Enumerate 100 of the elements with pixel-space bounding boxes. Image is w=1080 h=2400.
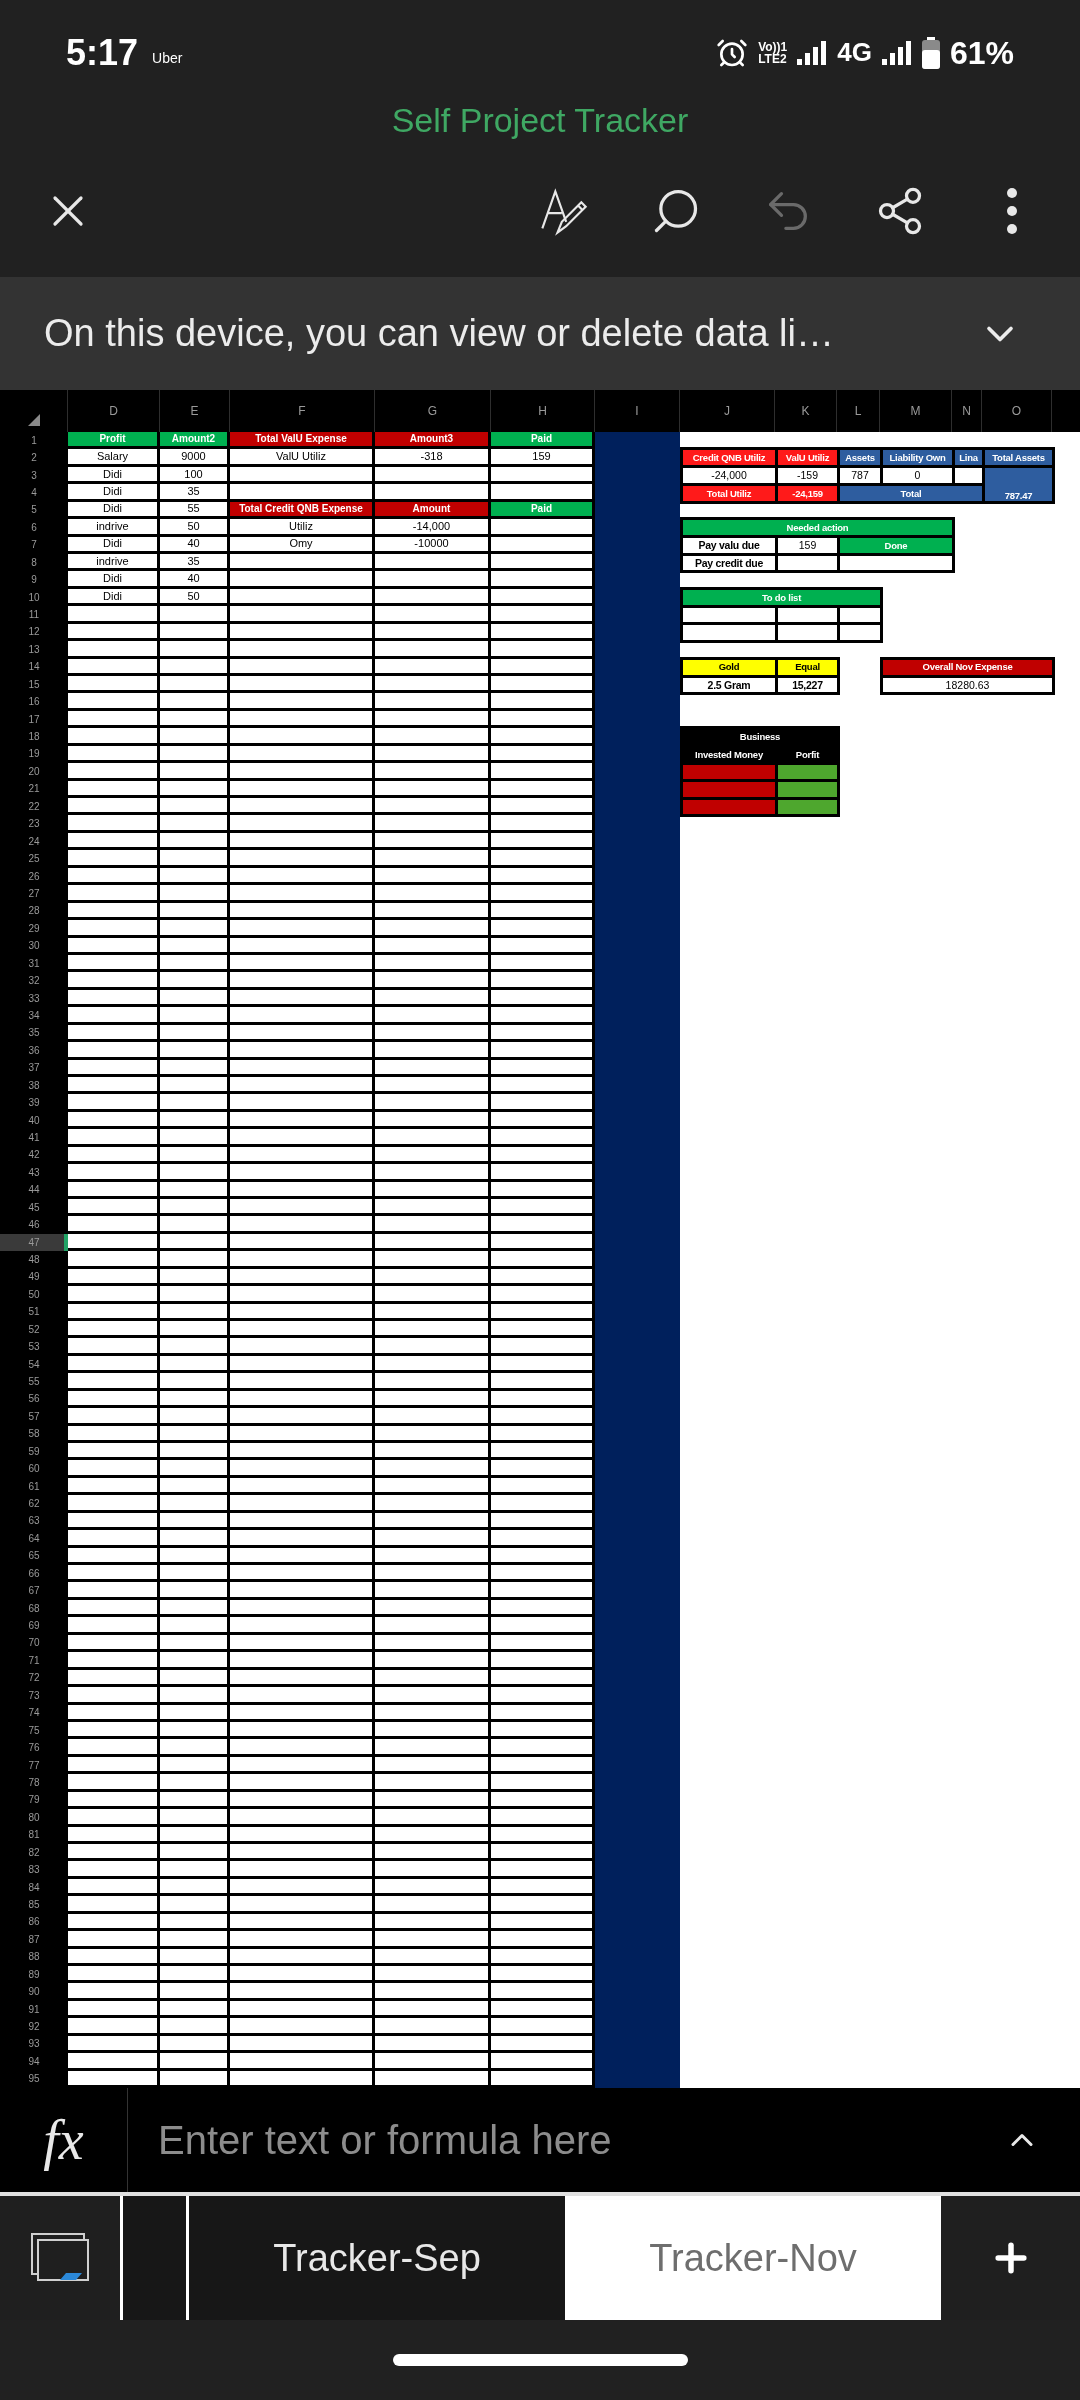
header-cell[interactable]: Equal bbox=[778, 659, 837, 675]
row-header[interactable]: 20 bbox=[0, 763, 68, 781]
sheet-cell[interactable]: 40 bbox=[187, 538, 200, 550]
sheet-cell[interactable]: -24,000 bbox=[683, 468, 775, 483]
sheet-cell[interactable]: 55 bbox=[187, 503, 200, 515]
sheet-cell[interactable]: 159 bbox=[778, 537, 837, 553]
empty-cell[interactable] bbox=[840, 607, 880, 623]
row-header[interactable]: 27 bbox=[0, 885, 68, 903]
header-cell[interactable]: Liability Own bbox=[883, 450, 952, 466]
column-header[interactable]: K bbox=[801, 402, 810, 420]
header-cell[interactable]: ValU Utiliz bbox=[778, 450, 837, 466]
empty-cell[interactable] bbox=[683, 625, 775, 641]
row-header[interactable]: 64 bbox=[0, 1530, 68, 1548]
column-header[interactable]: I bbox=[635, 402, 639, 420]
sheet-cell[interactable]: Didi bbox=[103, 573, 122, 585]
sheet-cell[interactable]: Didi bbox=[103, 468, 122, 480]
row-header[interactable]: 25 bbox=[0, 850, 68, 868]
row-header[interactable]: 90 bbox=[0, 1983, 68, 2001]
row-header[interactable]: 16 bbox=[0, 693, 68, 711]
header-cell[interactable]: Credit QNB Utiliz bbox=[683, 450, 775, 466]
sheet-cell[interactable]: 159 bbox=[532, 451, 551, 463]
fill-cell[interactable] bbox=[683, 764, 775, 780]
column-header[interactable]: M bbox=[910, 402, 921, 420]
empty-cell[interactable] bbox=[778, 607, 837, 623]
row-header[interactable]: 18 bbox=[0, 728, 68, 746]
empty-cell[interactable] bbox=[840, 625, 880, 641]
row-header[interactable]: 11 bbox=[0, 606, 68, 624]
row-header[interactable]: 55 bbox=[0, 1373, 68, 1391]
row-header[interactable]: 60 bbox=[0, 1460, 68, 1478]
sheet-cell[interactable]: Didi bbox=[103, 538, 122, 550]
row-header[interactable]: 36 bbox=[0, 1042, 68, 1060]
header-cell[interactable]: Lina bbox=[955, 450, 982, 466]
sheet-cell[interactable]: ValU Utiliz bbox=[276, 451, 326, 463]
column-header[interactable]: H bbox=[538, 402, 547, 420]
row-header[interactable]: 85 bbox=[0, 1896, 68, 1914]
row-header[interactable]: 78 bbox=[0, 1774, 68, 1792]
sheet-cell[interactable]: indrive bbox=[96, 520, 129, 532]
sheet-cell[interactable]: Pay credit due bbox=[683, 555, 775, 571]
row-header[interactable]: 46 bbox=[0, 1216, 68, 1234]
column-header[interactable]: F bbox=[298, 402, 306, 420]
header-cell[interactable]: Total Assets bbox=[985, 450, 1052, 466]
formula-input[interactable]: Enter text or formula here bbox=[158, 2110, 958, 2170]
sheet-cell[interactable]: -14,000 bbox=[412, 520, 451, 532]
row-header[interactable]: 39 bbox=[0, 1094, 68, 1112]
row-header[interactable]: 2 bbox=[0, 449, 68, 467]
row-header[interactable]: 53 bbox=[0, 1338, 68, 1356]
header-cell[interactable]: Total Credit QNB Expense bbox=[230, 501, 372, 517]
sheet-cell[interactable]: 50 bbox=[187, 520, 200, 532]
row-header[interactable]: 6 bbox=[0, 519, 68, 537]
sheet-cell[interactable]: Omy bbox=[289, 538, 313, 550]
row-header[interactable]: 41 bbox=[0, 1129, 68, 1147]
header-cell[interactable]: Assets bbox=[840, 450, 880, 466]
sheet-cell[interactable]: -159 bbox=[778, 468, 837, 483]
empty-cell[interactable] bbox=[955, 468, 982, 483]
fill-cell[interactable] bbox=[683, 782, 775, 797]
sheet-cell[interactable]: -318 bbox=[420, 451, 443, 463]
header-cell[interactable]: Amount bbox=[375, 501, 488, 517]
sheet-cell[interactable]: Didi bbox=[103, 590, 122, 602]
row-header[interactable]: 94 bbox=[0, 2053, 68, 2071]
sheet-cell[interactable]: 2.5 Gram bbox=[683, 677, 775, 693]
row-header[interactable]: 32 bbox=[0, 972, 68, 990]
sheet-cell[interactable]: 9000 bbox=[181, 451, 206, 463]
empty-cell[interactable] bbox=[683, 607, 775, 623]
row-header[interactable]: 73 bbox=[0, 1687, 68, 1705]
row-header[interactable]: 76 bbox=[0, 1739, 68, 1757]
row-header[interactable]: 48 bbox=[0, 1251, 68, 1269]
function-label[interactable]: fx bbox=[43, 2098, 84, 2182]
column-header[interactable]: G bbox=[427, 402, 438, 420]
row-header[interactable]: 13 bbox=[0, 641, 68, 659]
header-cell[interactable]: -24,159 bbox=[778, 485, 837, 501]
header-cell[interactable]: Total Utiliz bbox=[683, 485, 775, 501]
column-header[interactable]: E bbox=[190, 402, 199, 420]
fill-cell[interactable] bbox=[778, 799, 837, 815]
sheet-cell[interactable]: 35 bbox=[187, 555, 200, 567]
fill-cell[interactable] bbox=[778, 764, 837, 780]
row-header[interactable]: 34 bbox=[0, 1007, 68, 1025]
header-cell[interactable]: Total ValU Expense bbox=[230, 432, 372, 447]
row-header[interactable]: 23 bbox=[0, 815, 68, 833]
row-header[interactable]: 67 bbox=[0, 1582, 68, 1600]
row-header[interactable]: 50 bbox=[0, 1286, 68, 1304]
sheet-cell[interactable]: 787 bbox=[840, 468, 880, 483]
sheet-cell[interactable]: 40 bbox=[187, 573, 200, 585]
sheets-button[interactable] bbox=[0, 2196, 123, 2320]
row-header[interactable]: 9 bbox=[0, 571, 68, 589]
sheet-cell[interactable]: Salary bbox=[96, 451, 129, 463]
column-header[interactable]: O bbox=[1011, 402, 1022, 420]
sheet-cell[interactable]: Didi bbox=[103, 486, 122, 497]
column-header[interactable]: J bbox=[724, 402, 730, 420]
sheet-cell[interactable]: 35 bbox=[187, 486, 200, 497]
empty-cell[interactable] bbox=[840, 555, 953, 571]
row-header[interactable]: 80 bbox=[0, 1809, 68, 1827]
row-header[interactable]: 4 bbox=[0, 484, 68, 502]
empty-cell[interactable] bbox=[778, 625, 837, 641]
sheet-cell[interactable]: Didi bbox=[103, 503, 122, 515]
sheet-cell[interactable]: -10000 bbox=[414, 538, 449, 550]
sheet-cell[interactable]: 50 bbox=[187, 590, 200, 602]
sheet-cell[interactable]: Utiliz bbox=[289, 520, 313, 532]
row-header[interactable]: 87 bbox=[0, 1931, 68, 1949]
row-header[interactable]: 29 bbox=[0, 920, 68, 938]
row-header[interactable]: 92 bbox=[0, 2018, 68, 2036]
